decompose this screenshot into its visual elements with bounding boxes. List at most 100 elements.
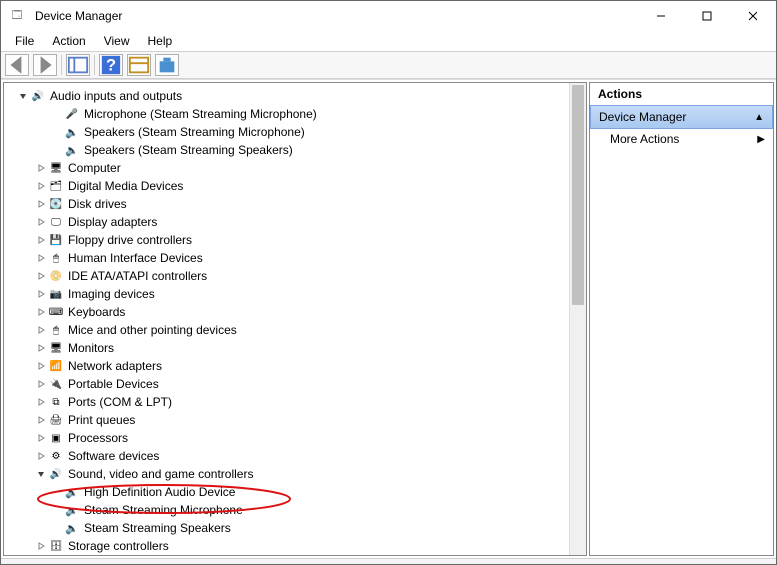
tree-label: High Definition Audio Device bbox=[84, 485, 235, 499]
titlebar: Device Manager bbox=[1, 1, 776, 31]
tree-node-monitors[interactable]: Monitors bbox=[4, 339, 586, 357]
tree-label: Ports (COM & LPT) bbox=[68, 395, 172, 409]
chevron-right-icon[interactable] bbox=[34, 398, 48, 406]
chevron-right-icon[interactable] bbox=[34, 434, 48, 442]
tree-node-diskdrives[interactable]: Disk drives bbox=[4, 195, 586, 213]
speaker-icon bbox=[64, 502, 80, 518]
tree-label: Floppy drive controllers bbox=[68, 233, 192, 247]
tree-node-sound-child-highdef[interactable]: High Definition Audio Device bbox=[4, 483, 586, 501]
scan-hardware-button[interactable] bbox=[155, 54, 179, 76]
chevron-right-icon[interactable] bbox=[34, 200, 48, 208]
chevron-right-icon[interactable] bbox=[34, 236, 48, 244]
chevron-right-icon[interactable] bbox=[34, 362, 48, 370]
tree-node-portable[interactable]: Portable Devices bbox=[4, 375, 586, 393]
scrollbar-thumb[interactable] bbox=[572, 85, 584, 305]
tree-node-computer[interactable]: Computer bbox=[4, 159, 586, 177]
chevron-right-icon[interactable] bbox=[34, 542, 48, 550]
tree-label: Steam Streaming Speakers bbox=[84, 521, 231, 535]
actions-device-manager-row[interactable]: Device Manager ▲ bbox=[590, 105, 773, 129]
tree-node-audio-child[interactable]: Speakers (Steam Streaming Speakers) bbox=[4, 141, 586, 159]
help-button[interactable]: ? bbox=[99, 54, 123, 76]
actions-more-row[interactable]: More Actions ▶ bbox=[590, 128, 773, 150]
tree-label: IDE ATA/ATAPI controllers bbox=[68, 269, 207, 283]
menu-action[interactable]: Action bbox=[44, 32, 93, 50]
chevron-right-icon[interactable] bbox=[34, 164, 48, 172]
menu-file[interactable]: File bbox=[7, 32, 42, 50]
tree-node-printqueues[interactable]: Print queues bbox=[4, 411, 586, 429]
tree-label: Speakers (Steam Streaming Microphone) bbox=[84, 125, 305, 139]
back-button[interactable] bbox=[5, 54, 29, 76]
chevron-right-icon[interactable] bbox=[34, 452, 48, 460]
tree-node-keyboards[interactable]: Keyboards bbox=[4, 303, 586, 321]
tree-node-sound-child[interactable]: Steam Streaming Speakers bbox=[4, 519, 586, 537]
chevron-right-icon[interactable] bbox=[34, 326, 48, 334]
tree-node-imaging[interactable]: Imaging devices bbox=[4, 285, 586, 303]
network-icon bbox=[48, 358, 64, 374]
chevron-right-icon[interactable] bbox=[34, 380, 48, 388]
show-hide-console-button[interactable] bbox=[66, 54, 90, 76]
maximize-button[interactable] bbox=[684, 1, 730, 31]
disk-icon bbox=[48, 196, 64, 212]
close-button[interactable] bbox=[730, 1, 776, 31]
chevron-right-icon[interactable] bbox=[34, 218, 48, 226]
toolbar-separator bbox=[94, 55, 95, 75]
ata-icon bbox=[48, 268, 64, 284]
tree-node-ports[interactable]: Ports (COM & LPT) bbox=[4, 393, 586, 411]
properties-button[interactable] bbox=[127, 54, 151, 76]
tree-label: Speakers (Steam Streaming Speakers) bbox=[84, 143, 293, 157]
tree-node-floppy[interactable]: Floppy drive controllers bbox=[4, 231, 586, 249]
tree-label: Storage controllers bbox=[68, 539, 169, 553]
tree-label: Keyboards bbox=[68, 305, 125, 319]
submenu-arrow-icon: ▶ bbox=[757, 134, 765, 145]
menu-view[interactable]: View bbox=[96, 32, 138, 50]
chevron-right-icon[interactable] bbox=[34, 182, 48, 190]
chevron-right-icon[interactable] bbox=[34, 344, 48, 352]
tree-node-network[interactable]: Network adapters bbox=[4, 357, 586, 375]
audio-category-icon bbox=[30, 88, 46, 104]
speaker-icon bbox=[64, 124, 80, 140]
tree-node-sound[interactable]: Sound, video and game controllers bbox=[4, 465, 586, 483]
tree-node-audio-child[interactable]: Microphone (Steam Streaming Microphone) bbox=[4, 105, 586, 123]
tree-node-digitalmedia[interactable]: Digital Media Devices bbox=[4, 177, 586, 195]
tree-label: Sound, video and game controllers bbox=[68, 467, 253, 481]
chevron-right-icon[interactable] bbox=[34, 290, 48, 298]
vertical-scrollbar[interactable] bbox=[569, 83, 586, 555]
tree-node-audio-child[interactable]: Speakers (Steam Streaming Microphone) bbox=[4, 123, 586, 141]
tree-label: Imaging devices bbox=[68, 287, 155, 301]
processor-icon bbox=[48, 430, 64, 446]
keyboard-icon bbox=[48, 304, 64, 320]
chevron-right-icon[interactable] bbox=[34, 308, 48, 316]
microphone-icon bbox=[64, 106, 80, 122]
chevron-down-icon[interactable] bbox=[16, 92, 30, 100]
chevron-right-icon[interactable] bbox=[34, 272, 48, 280]
chevron-down-icon[interactable] bbox=[34, 470, 48, 478]
tree-label: Computer bbox=[68, 161, 121, 175]
tree-label: Human Interface Devices bbox=[68, 251, 203, 265]
tree-node-mice[interactable]: Mice and other pointing devices bbox=[4, 321, 586, 339]
tree-label: Processors bbox=[68, 431, 128, 445]
tree-label: Network adapters bbox=[68, 359, 162, 373]
tree-label: Steam Streaming Microphone bbox=[84, 503, 243, 517]
actions-devmgr-label: Device Manager bbox=[599, 110, 686, 124]
device-tree[interactable]: Audio inputs and outputs Microphone (Ste… bbox=[4, 83, 586, 555]
device-tree-panel: Audio inputs and outputs Microphone (Ste… bbox=[3, 82, 587, 556]
portable-icon bbox=[48, 376, 64, 392]
tree-node-ata[interactable]: IDE ATA/ATAPI controllers bbox=[4, 267, 586, 285]
tree-node-hid[interactable]: Human Interface Devices bbox=[4, 249, 586, 267]
media-icon bbox=[48, 178, 64, 194]
storage-icon bbox=[48, 538, 64, 554]
chevron-right-icon[interactable] bbox=[34, 416, 48, 424]
tree-node-processors[interactable]: Processors bbox=[4, 429, 586, 447]
tree-node-displayadapters[interactable]: Display adapters bbox=[4, 213, 586, 231]
tree-node-sound-child[interactable]: Steam Streaming Microphone bbox=[4, 501, 586, 519]
actions-header: Actions bbox=[590, 83, 773, 106]
menu-help[interactable]: Help bbox=[140, 32, 181, 50]
tree-node-audio[interactable]: Audio inputs and outputs bbox=[4, 87, 586, 105]
port-icon bbox=[48, 394, 64, 410]
forward-button[interactable] bbox=[33, 54, 57, 76]
minimize-button[interactable] bbox=[638, 1, 684, 31]
chevron-right-icon[interactable] bbox=[34, 254, 48, 262]
tree-node-software[interactable]: Software devices bbox=[4, 447, 586, 465]
tree-node-storage[interactable]: Storage controllers bbox=[4, 537, 586, 555]
mouse-icon bbox=[48, 322, 64, 338]
